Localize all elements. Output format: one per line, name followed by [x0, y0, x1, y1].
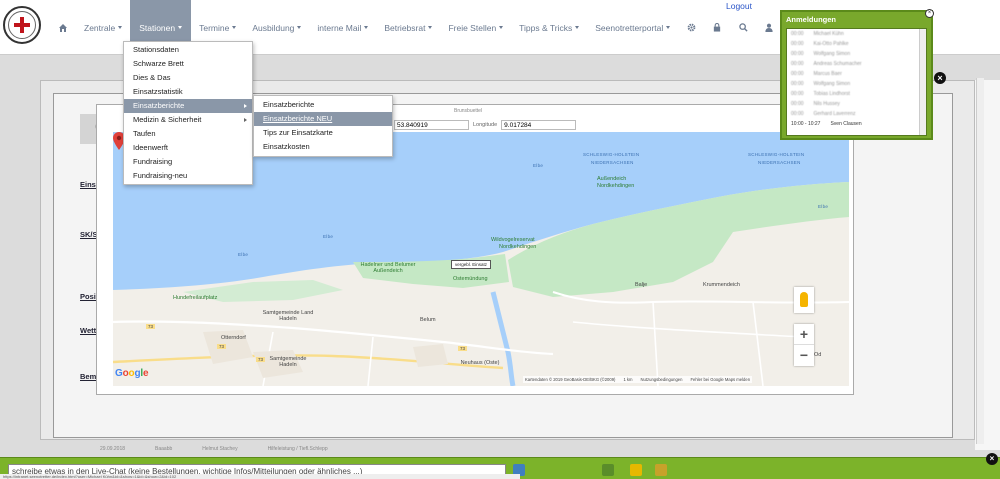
- map-label-hadelner: Hadelner und Belumer Außendeich: [360, 262, 416, 274]
- anmeldungen-close-icon[interactable]: ×: [925, 9, 934, 18]
- browser-status-bar: https://intranet.seenotretter.de/index.h…: [0, 474, 520, 479]
- list-item: 00:00 Nils Hussey: [791, 101, 840, 107]
- zoom-out-button[interactable]: −: [794, 345, 814, 366]
- menu-fundraising-neu[interactable]: Fundraising-neu: [124, 169, 252, 183]
- list-item: 00:00 Wolfgang Simon: [791, 81, 851, 87]
- map-road-73-b: 73: [217, 344, 227, 349]
- map-label-elbe-2: Elbe: [323, 234, 334, 239]
- user-icon[interactable]: [756, 0, 782, 55]
- nav-interne-mail[interactable]: interne Mail: [309, 0, 376, 55]
- longitude-input[interactable]: [501, 120, 577, 130]
- map-label-otterndorf: Otterndorf: [221, 335, 246, 341]
- map-label-aussendeich: Außendeich: [597, 176, 627, 182]
- list-item: 10:00 - 10:27 Sven Clausen: [791, 121, 862, 127]
- map-label-niedersachsen-1: NIEDERSACHSEN: [758, 160, 801, 165]
- zoom-control: + −: [794, 324, 814, 366]
- map-attribution: Kartendaten © 2019 GeoBasis-DE/BKG (©200…: [523, 376, 753, 383]
- menu-taufen[interactable]: Taufen: [124, 127, 252, 141]
- map-label-ostemuendung: Ostemündung: [453, 276, 488, 282]
- home-icon[interactable]: [50, 0, 76, 55]
- attribution-text: Kartendaten © 2019 GeoBasis-DE/BKG (©200…: [525, 377, 616, 382]
- list-item: 00:00 Michael Kühn: [791, 31, 844, 37]
- menu-schwarze-brett[interactable]: Schwarze Brett: [124, 57, 252, 71]
- map-label-hundefreilaufplatz: Hundefreilaufplatz: [173, 295, 218, 301]
- map-label-schleswig-holstein-2: SCHLESWIG-HOLSTEIN: [583, 152, 640, 157]
- map-label-nordkehdingen-2: Nordkehdingen: [499, 244, 537, 250]
- map-label-krummendeich: Krummendeich: [703, 282, 740, 288]
- submenu-arrow-icon: [244, 104, 247, 108]
- nav-tipps-tricks[interactable]: Tipps & Tricks: [511, 0, 587, 55]
- longitude-label: Longitude: [473, 122, 498, 128]
- menu-ideenwerft[interactable]: Ideenwerft: [124, 141, 252, 155]
- list-item: 00:00 Tobias Lindhorst: [791, 91, 850, 97]
- menu-stationsdaten[interactable]: Stationsdaten: [124, 43, 252, 57]
- anmeldungen-list: 00:00 Michael Kühn 00:00 Kai-Otto Pahlke 0…: [786, 28, 927, 136]
- nav-betriebsrat[interactable]: Betriebsrat: [376, 0, 440, 55]
- nav-freie-stellen[interactable]: Freie Stellen: [440, 0, 511, 55]
- gear-icon[interactable]: [678, 0, 704, 55]
- map-road-73-c: 73: [256, 357, 266, 362]
- coordinates-row: Longitude: [394, 120, 577, 130]
- submenu-tips-einsatzkarte[interactable]: Tips zur Einsatzkarte: [254, 126, 392, 140]
- list-item: 00:00 Kai-Otto Pahlke: [791, 41, 849, 47]
- background-table-row: 29.09.2018 Baaabb Helmut Stachey Hilfele…: [100, 446, 328, 452]
- chat-emoji-icon[interactable]: [630, 464, 642, 476]
- scale-text: 1 km: [623, 377, 633, 382]
- dgzrs-logo[interactable]: [3, 6, 41, 44]
- menu-fundraising[interactable]: Fundraising: [124, 155, 252, 169]
- latitude-input[interactable]: [394, 120, 469, 130]
- map-label-nordkehdingen: Nordkehdingen: [597, 183, 635, 189]
- google-logo: Google: [115, 368, 149, 379]
- chat-people-icon[interactable]: [602, 464, 614, 476]
- anmeldungen-scrollbar[interactable]: [919, 29, 926, 135]
- map-road-73-d: 73: [458, 346, 468, 351]
- map-road-73-a: 73: [146, 324, 156, 329]
- map-city-label: Brunsbuettel: [454, 108, 483, 114]
- anmeldungen-panel: Anmeldungen 00:00 Michael Kühn 00:00 Kai-O…: [780, 10, 933, 140]
- submenu-einsatzberichte-neu[interactable]: Einsatzberichte NEU: [254, 112, 392, 126]
- list-item: 00:00 Wolfgang Simon: [791, 51, 851, 57]
- list-item: 00:00 Andreas Schumacher: [791, 61, 862, 67]
- map-label-elbe-1: Elbe: [533, 163, 544, 168]
- anmeldungen-title: Anmeldungen: [786, 15, 836, 24]
- map-label-elbe-4: Elbe: [818, 204, 829, 209]
- submenu-arrow-icon: [244, 118, 247, 122]
- submenu-einsatzberichte[interactable]: Einsatzberichte: [254, 98, 392, 112]
- map-label-schleswig-holstein-1: SCHLESWIG-HOLSTEIN: [748, 152, 805, 157]
- page-scrollbar[interactable]: [976, 78, 984, 444]
- menu-einsatzberichte[interactable]: Einsatzberichte: [124, 99, 252, 113]
- chat-close-icon[interactable]: ×: [986, 453, 998, 465]
- map-marker-label: vergebl. Einsatz: [451, 260, 492, 269]
- einsatzberichte-submenu: Einsatzberichte Einsatzberichte NEU Tips…: [253, 95, 393, 157]
- list-item: 00:00 Gerhard Laverrenz: [791, 111, 856, 117]
- nav-seenotretterportal[interactable]: Seenotretterportal: [587, 0, 678, 55]
- map-label-elbe-3: Elbe: [238, 252, 249, 257]
- logout-link[interactable]: Logout: [726, 1, 752, 11]
- nav-ausbildung[interactable]: Ausbildung: [244, 0, 309, 55]
- chat-settings-icon[interactable]: [655, 464, 667, 476]
- list-item: 00:00 Marcus Baer: [791, 71, 842, 77]
- stationen-dropdown: Stationsdaten Schwarze Brett Dies & Das …: [123, 41, 253, 185]
- menu-einsatzstatistik[interactable]: Einsatzstatistik: [124, 85, 252, 99]
- menu-medizin-sicherheit[interactable]: Medizin & Sicherheit: [124, 113, 252, 127]
- map-label-belum: Belum: [420, 317, 436, 323]
- dialog-close-icon[interactable]: ×: [934, 72, 946, 84]
- report-error-link[interactable]: Fehler bei Google Maps melden: [690, 377, 750, 382]
- map-label-balje: Balje: [635, 282, 648, 288]
- map-label-wildvogelreservat: Wildvogelreservat: [491, 237, 535, 243]
- menu-dies-das[interactable]: Dies & Das: [124, 71, 252, 85]
- map-label-samtgemeinde-1: Samtgemeinde Land Hadeln: [262, 310, 314, 322]
- map-label-od: Od: [814, 352, 822, 358]
- terms-link[interactable]: Nutzungsbedingungen: [641, 377, 683, 382]
- zoom-in-button[interactable]: +: [794, 324, 814, 345]
- map-label-niedersachsen-2: NIEDERSACHSEN: [591, 160, 634, 165]
- street-view-pegman-icon[interactable]: [794, 287, 814, 313]
- submenu-einsatzkosten[interactable]: Einsatzkosten: [254, 140, 392, 154]
- map-label-neuhaus: Neuhaus (Oste): [460, 360, 500, 366]
- map-label-samtgemeinde-2: Samtgemeinde Hadeln: [269, 356, 307, 368]
